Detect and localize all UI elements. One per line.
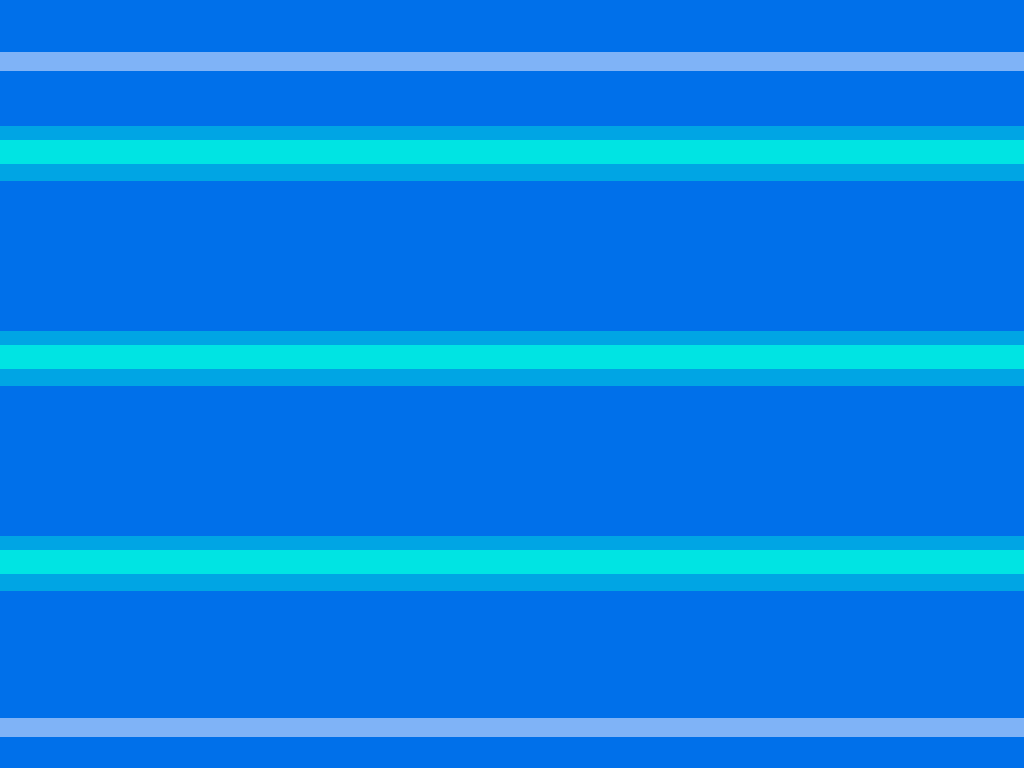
pale-stripe-bottom xyxy=(0,718,1024,737)
glow-band-1-core xyxy=(0,140,1024,164)
glow-band-1 xyxy=(0,126,1024,181)
glow-band-2-core xyxy=(0,345,1024,369)
pale-stripe-top xyxy=(0,52,1024,71)
glow-band-3 xyxy=(0,536,1024,591)
glow-band-2 xyxy=(0,331,1024,386)
screen-background xyxy=(0,0,1024,768)
glow-band-3-core xyxy=(0,550,1024,574)
